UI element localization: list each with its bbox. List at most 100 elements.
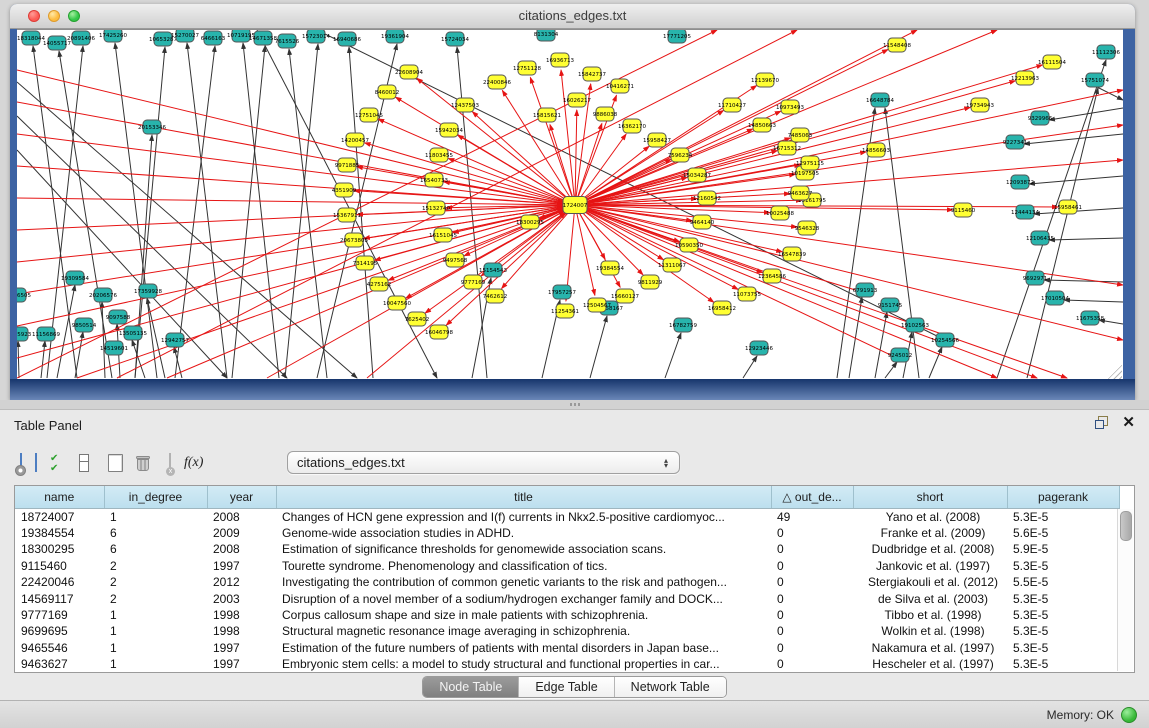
graph-node[interactable]: 12093872 bbox=[1006, 175, 1034, 189]
graph-node[interactable]: 19384554 bbox=[596, 261, 624, 275]
graph-node[interactable]: 3915923 bbox=[17, 327, 32, 341]
graph-node[interactable]: 9115460 bbox=[951, 203, 976, 217]
graph-node[interactable]: 1724007 bbox=[563, 197, 588, 214]
graph-node[interactable]: 19734943 bbox=[966, 98, 994, 112]
network-canvas[interactable]: 1831804414055717208914061742526010653287… bbox=[17, 29, 1123, 380]
graph-node[interactable]: 17425260 bbox=[99, 30, 127, 42]
delete-column-button[interactable] bbox=[136, 455, 150, 471]
table-row[interactable]: 977716911998Corpus callosum shape and si… bbox=[15, 607, 1119, 623]
graph-node[interactable]: 11710427 bbox=[718, 98, 746, 112]
graph-node[interactable]: 9097588 bbox=[106, 310, 131, 324]
graph-node[interactable]: 9850514 bbox=[72, 318, 97, 332]
graph-node[interactable]: 10416271 bbox=[606, 79, 634, 93]
graph-node[interactable]: 12139670 bbox=[751, 73, 779, 87]
graph-node[interactable]: 20891406 bbox=[67, 31, 95, 45]
graph-node[interactable]: 9811929 bbox=[638, 275, 663, 289]
graph-node[interactable]: 17957257 bbox=[548, 285, 576, 299]
table-settings-button[interactable] bbox=[20, 454, 22, 472]
table-row[interactable]: 1938455462009Genome-wide association stu… bbox=[15, 525, 1119, 541]
graph-node[interactable]: 17359928 bbox=[134, 284, 162, 298]
graph-node[interactable]: 16782759 bbox=[669, 318, 697, 332]
graph-node[interactable]: 16046798 bbox=[425, 325, 453, 339]
scrollbar-thumb[interactable] bbox=[1120, 511, 1132, 541]
tab-edge-table[interactable]: Edge Table bbox=[519, 677, 614, 697]
table-row[interactable]: 2242004622012Investigating the contribut… bbox=[15, 574, 1119, 590]
graph-node[interactable]: 7485063 bbox=[788, 128, 813, 142]
graph-node[interactable]: 12942757 bbox=[161, 333, 189, 347]
table-row[interactable]: 969969511998Structural magnetic resonanc… bbox=[15, 623, 1119, 639]
graph-node[interactable]: 11254361 bbox=[551, 304, 579, 318]
graph-node[interactable]: 12923446 bbox=[745, 341, 773, 355]
graph-node[interactable]: 9151745 bbox=[878, 298, 903, 312]
graph-node[interactable]: 11156869 bbox=[32, 327, 60, 341]
graph-node[interactable]: 14856603 bbox=[862, 143, 890, 157]
select-all-button[interactable]: ✔✔ bbox=[50, 454, 66, 473]
graph-node[interactable]: 16940686 bbox=[333, 32, 361, 46]
table-scrollbar[interactable] bbox=[1117, 509, 1133, 671]
table-row[interactable]: 911546021997Tourette syndrome. Phenomeno… bbox=[15, 558, 1119, 574]
graph-node[interactable]: 22400846 bbox=[483, 75, 511, 89]
table-header-row[interactable]: namein_degreeyeartitle△ out_de...shortpa… bbox=[15, 486, 1119, 508]
graph-node[interactable]: 9227341 bbox=[1003, 135, 1028, 149]
new-column-button[interactable] bbox=[108, 454, 123, 472]
table-row[interactable]: 1456911722003Disruption of a novel membe… bbox=[15, 590, 1119, 606]
table-row[interactable]: 1830029562008Estimation of significance … bbox=[15, 541, 1119, 557]
graph-node[interactable]: 9497568 bbox=[443, 253, 468, 267]
graph-node[interactable]: 20673805 bbox=[340, 233, 368, 247]
graph-node[interactable]: 11112306 bbox=[1092, 45, 1120, 59]
graph-node[interactable]: 16648784 bbox=[866, 93, 894, 107]
graph-node[interactable]: 16936713 bbox=[546, 53, 574, 67]
graph-node[interactable]: 16958412 bbox=[708, 301, 736, 315]
column-header[interactable]: in_degree bbox=[104, 486, 207, 508]
graph-node[interactable]: 9464140 bbox=[690, 215, 715, 229]
graph-node[interactable]: 9971885 bbox=[335, 158, 360, 172]
graph-node[interactable]: 18318044 bbox=[17, 31, 45, 45]
graph-node[interactable]: 9329966 bbox=[1028, 111, 1053, 125]
graph-node[interactable]: 15842737 bbox=[578, 67, 606, 81]
graph-node[interactable]: 15723014 bbox=[302, 30, 330, 43]
column-header[interactable]: name bbox=[15, 486, 104, 508]
graph-node[interactable]: 8460012 bbox=[375, 85, 400, 99]
graph-node[interactable]: 15724034 bbox=[441, 32, 469, 46]
column-header[interactable]: title bbox=[276, 486, 771, 508]
graph-node[interactable]: 20153346 bbox=[138, 120, 166, 134]
graph-node[interactable]: 10047560 bbox=[383, 296, 411, 310]
graph-node[interactable]: 12106435 bbox=[1026, 231, 1054, 245]
table-selector-dropdown[interactable]: citations_edges.txt ▴▾ bbox=[287, 451, 680, 474]
graph-node[interactable]: 13505135 bbox=[119, 326, 147, 340]
window-titlebar[interactable]: citations_edges.txt bbox=[10, 4, 1135, 29]
graph-node[interactable]: 9692971 bbox=[1023, 271, 1048, 285]
graph-node[interactable]: 16547839 bbox=[778, 247, 806, 261]
graph-node[interactable]: 4351909 bbox=[332, 183, 357, 197]
graph-node[interactable]: 15751074 bbox=[1081, 73, 1109, 87]
graph-node[interactable]: 6791913 bbox=[853, 283, 878, 297]
graph-node[interactable]: 8131304 bbox=[534, 30, 559, 41]
panel-splitter[interactable] bbox=[0, 400, 1149, 409]
graph-node[interactable]: 9245012 bbox=[888, 348, 913, 362]
graph-node[interactable]: 9463627 bbox=[788, 186, 813, 200]
graph-node[interactable]: 16111504 bbox=[1038, 55, 1066, 69]
merge-cells-button[interactable] bbox=[79, 454, 89, 472]
graph-node[interactable]: 7596234 bbox=[668, 148, 693, 162]
graph-node[interactable]: 16151045 bbox=[429, 228, 457, 242]
table-row[interactable]: 1872400712008Changes of HCN gene express… bbox=[15, 508, 1119, 525]
column-header[interactable]: year bbox=[207, 486, 276, 508]
graph-node[interactable]: 20206576 bbox=[89, 288, 117, 302]
graph-node[interactable]: 7462612 bbox=[483, 289, 508, 303]
graph-node[interactable]: 16362170 bbox=[618, 119, 646, 133]
function-builder-button[interactable]: f(x) bbox=[184, 455, 203, 471]
graph-node[interactable]: 11675358 bbox=[1076, 311, 1104, 325]
close-panel-icon[interactable]: ✕ bbox=[1122, 416, 1135, 429]
graph-node[interactable]: 25206505 bbox=[17, 288, 31, 302]
graph-node[interactable]: 17771205 bbox=[663, 30, 691, 43]
graph-node[interactable]: 9777169 bbox=[461, 275, 486, 289]
graph-node[interactable]: 9886038 bbox=[593, 107, 618, 121]
graph-node[interactable]: 6466163 bbox=[201, 31, 226, 45]
graph-node[interactable]: 12437503 bbox=[451, 98, 479, 112]
graph-node[interactable]: 14200457 bbox=[341, 133, 369, 147]
graph-node[interactable]: 19361904 bbox=[381, 30, 409, 43]
graph-node[interactable]: 14850663 bbox=[748, 118, 776, 132]
table-row[interactable]: 946554611997Estimation of the future num… bbox=[15, 640, 1119, 656]
graph-node[interactable]: 12751128 bbox=[513, 61, 541, 75]
column-header[interactable]: short bbox=[853, 486, 1007, 508]
